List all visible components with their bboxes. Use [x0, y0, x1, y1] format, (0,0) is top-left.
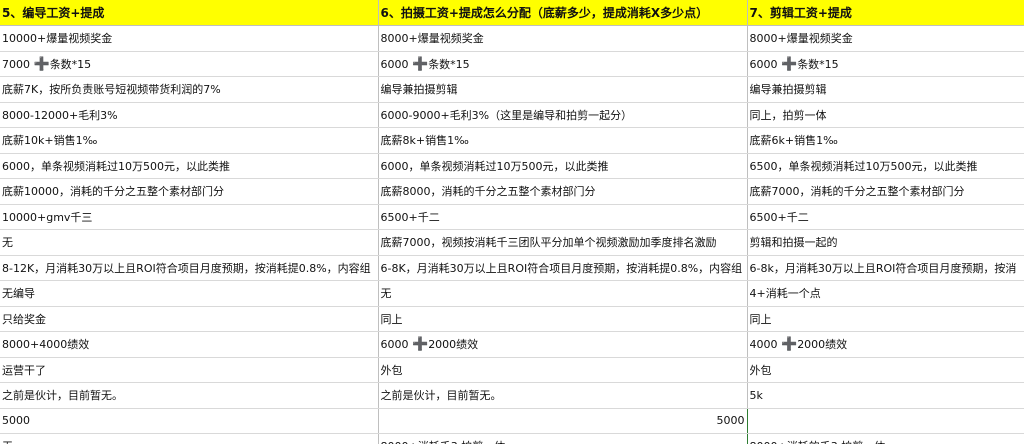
table-cell[interactable]: 8000+爆量视频奖金: [747, 25, 1024, 52]
table-row: 只给奖金 同上 同上: [0, 306, 1024, 332]
table-cell[interactable]: 6500+千二: [378, 204, 748, 230]
table-row: 无8000+消耗千3 拍剪一体8000+消耗的千3 拍剪一体: [0, 433, 1024, 444]
table-cell[interactable]: 编导兼拍摄剪辑: [378, 76, 748, 103]
table-row: 10000+爆量视频奖金 8000+爆量视频奖金 8000+爆量视频奖金: [0, 25, 1024, 52]
table-cell[interactable]: 4000 ➕2000绩效: [747, 331, 1024, 358]
table-cell[interactable]: 6000 ➕条数*15: [378, 51, 748, 77]
table-cell[interactable]: 6-8k，月消耗30万以上且ROI符合项目月度预期，按消: [747, 255, 1024, 281]
table-cell[interactable]: 6-8K，月消耗30万以上且ROI符合项目月度预期，按消耗提0.8%，内容组: [378, 255, 748, 281]
table-row: 8000+4000绩效 6000 ➕2000绩效 4000 ➕2000绩效: [0, 331, 1024, 358]
table-cell[interactable]: 只给奖金: [0, 306, 379, 332]
table-cell[interactable]: 同上: [747, 306, 1024, 332]
table-cell[interactable]: 6000，单条视频消耗过10万500元，以此类推: [0, 153, 379, 179]
table-row: 底薪7K，按所负责账号短视频带货利润的7% 编导兼拍摄剪辑 编导兼拍摄剪辑: [0, 76, 1024, 103]
table-cell[interactable]: 底薪6k+销售1‰: [747, 127, 1024, 154]
table-row: 底薪10000，消耗的千分之五整个素材部门分 底薪8000，消耗的千分之五整个素材…: [0, 178, 1024, 205]
table-cell[interactable]: 同上: [378, 306, 748, 332]
table-cell[interactable]: 8000+4000绩效: [0, 331, 379, 358]
table-row: 6000，单条视频消耗过10万500元，以此类推 6000，单条视频消耗过10万5…: [0, 153, 1024, 179]
table-cell[interactable]: 10000+爆量视频奖金: [0, 25, 379, 52]
table-cell[interactable]: 7000 ➕条数*15: [0, 51, 379, 77]
table-cell[interactable]: 外包: [378, 357, 748, 383]
table-cell[interactable]: 底薪8k+销售1‰: [378, 127, 748, 154]
table-cell[interactable]: 6000 ➕2000绩效: [378, 331, 748, 358]
table-row: 无编导无 4+消耗一个点: [0, 280, 1024, 307]
table-cell[interactable]: 5k: [747, 382, 1024, 409]
table-row: 7000 ➕条数*15 6000 ➕条数*15 6000 ➕条数*15: [0, 51, 1024, 77]
plus-icon: ➕: [412, 337, 429, 353]
plus-icon: ➕: [781, 56, 798, 72]
table-row: 底薪10k+销售1‰ 底薪8k+销售1‰ 底薪6k+销售1‰: [0, 127, 1024, 154]
table-cell[interactable]: 8000-12000+毛利3%: [0, 102, 379, 128]
table-row: 之前是伙计，目前暂无。 之前是伙计，目前暂无。 5k: [0, 382, 1024, 409]
header-row: 5、编导工资+提成 6、拍摄工资+提成怎么分配（底薪多少，提成消耗X多少点） 7…: [0, 0, 1024, 26]
table-cell[interactable]: 之前是伙计，目前暂无。: [378, 382, 748, 409]
table-cell[interactable]: 底薪7K，按所负责账号短视频带货利润的7%: [0, 76, 379, 103]
table-row: 8-12K，月消耗30万以上且ROI符合项目月度预期，按消耗提0.8%，内容组 6…: [0, 255, 1024, 281]
table-cell[interactable]: 底薪7000，消耗的千分之五整个素材部门分: [747, 178, 1024, 205]
table-cell[interactable]: [747, 408, 1024, 434]
table-cell[interactable]: 6500，单条视频消耗过10万500元，以此类推: [747, 153, 1024, 179]
table-cell[interactable]: 无编导: [0, 280, 379, 307]
table-cell[interactable]: 无: [0, 229, 379, 256]
table-cell[interactable]: 10000+gmv千三: [0, 204, 379, 230]
table-row: 无底薪7000，视频按消耗千三团队平分加单个视频激励加季度排名激励 剪辑和拍摄一起…: [0, 229, 1024, 256]
table-cell[interactable]: 底薪8000，消耗的千分之五整个素材部门分: [378, 178, 748, 205]
spreadsheet: 5、编导工资+提成 6、拍摄工资+提成怎么分配（底薪多少，提成消耗X多少点） 7…: [0, 0, 1024, 444]
table-cell[interactable]: 剪辑和拍摄一起的: [747, 229, 1024, 256]
table-cell[interactable]: 无: [0, 433, 379, 444]
header-cell-editor[interactable]: 5、编导工资+提成: [0, 0, 379, 26]
salary-table: 5、编导工资+提成 6、拍摄工资+提成怎么分配（底薪多少，提成消耗X多少点） 7…: [0, 0, 1024, 444]
table-cell[interactable]: 6000-9000+毛利3%（这里是编导和拍剪一起分）: [378, 102, 748, 128]
table-cell[interactable]: 底薪10k+销售1‰: [0, 127, 379, 154]
table-cell[interactable]: 同上，拍剪一体: [747, 102, 1024, 128]
table-cell[interactable]: 4+消耗一个点: [747, 280, 1024, 307]
table-cell[interactable]: 无: [378, 280, 748, 307]
table-row: 运营干了 外包 外包: [0, 357, 1024, 383]
table-row: 10000+gmv千三 6500+千二 6500+千二: [0, 204, 1024, 230]
table-cell[interactable]: 运营干了: [0, 357, 379, 383]
table-cell[interactable]: 8000+消耗千3 拍剪一体: [377, 433, 748, 444]
table-cell[interactable]: 8000+爆量视频奖金: [378, 25, 748, 52]
table-cell[interactable]: 6000 ➕条数*15: [747, 51, 1024, 77]
table-cell[interactable]: 外包: [747, 357, 1024, 383]
table-cell[interactable]: 6000，单条视频消耗过10万500元，以此类推: [378, 153, 748, 179]
table-cell[interactable]: 8-12K，月消耗30万以上且ROI符合项目月度预期，按消耗提0.8%，内容组: [0, 255, 379, 281]
table-cell[interactable]: 编导兼拍摄剪辑: [747, 76, 1024, 103]
plus-icon: ➕: [781, 337, 798, 353]
plus-icon: ➕: [412, 56, 429, 72]
table-cell[interactable]: 底薪10000，消耗的千分之五整个素材部门分: [0, 178, 379, 205]
table-cell[interactable]: 5000: [377, 407, 748, 434]
header-cell-camera[interactable]: 6、拍摄工资+提成怎么分配（底薪多少，提成消耗X多少点）: [378, 0, 748, 26]
table-cell[interactable]: 底薪7000，视频按消耗千三团队平分加单个视频激励加季度排名激励: [378, 229, 748, 256]
table-cell[interactable]: 6500+千二: [747, 204, 1024, 230]
table-cell[interactable]: 之前是伙计，目前暂无。: [0, 382, 379, 409]
table-cell[interactable]: 8000+消耗的千3 拍剪一体: [747, 433, 1024, 444]
table-row: 5000 5000: [0, 407, 1024, 434]
table-cell[interactable]: 5000: [0, 408, 379, 434]
table-row: 8000-12000+毛利3% 6000-9000+毛利3%（这里是编导和拍剪一起…: [0, 102, 1024, 128]
header-cell-editing[interactable]: 7、剪辑工资+提成: [747, 0, 1024, 26]
plus-icon: ➕: [33, 56, 50, 72]
